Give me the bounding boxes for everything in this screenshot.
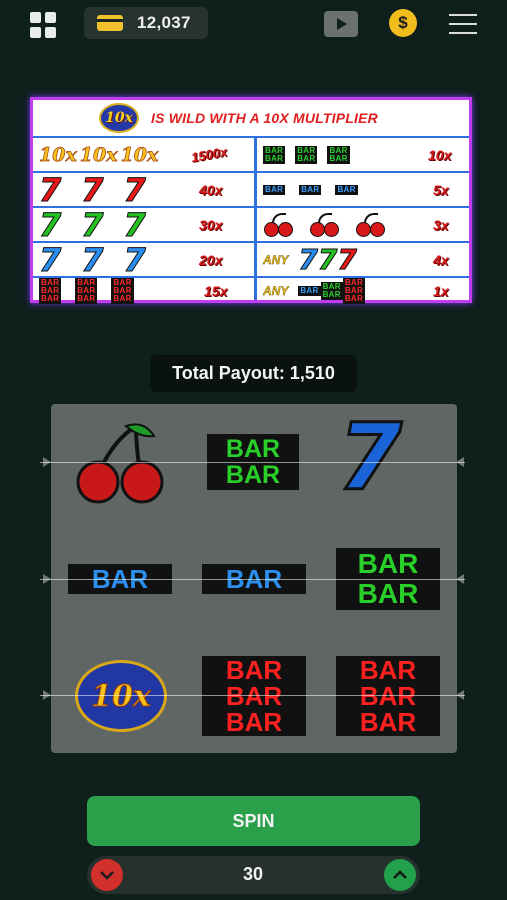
balance-display: 12,037 <box>84 7 208 39</box>
seven-green-symbol: 7 <box>317 242 338 276</box>
triple-bar-symbol: BAR BAR BAR <box>342 277 366 304</box>
total-payout-label: Total Payout: 1,510 <box>150 355 357 392</box>
bet-increase-button[interactable] <box>384 859 416 891</box>
seven-green-symbol: 7 <box>81 205 104 244</box>
payout-multiplier: 30x <box>199 217 223 233</box>
seven-red-symbol: 7 <box>81 170 104 209</box>
payline <box>40 462 465 463</box>
single-bar-symbol: BAR <box>263 184 286 195</box>
bet-decrease-button[interactable] <box>91 859 123 891</box>
payout-multiplier: 1500x <box>189 143 229 166</box>
cherry-icon <box>309 212 341 238</box>
tenx-symbol: 10x <box>79 143 118 166</box>
payout-multiplier: 20x <box>199 252 223 268</box>
payout-multiplier: 5x <box>433 182 449 198</box>
payline <box>40 695 465 696</box>
triple-bar-symbol: BAR BAR BAR <box>75 277 98 304</box>
paytable-row: 7 7 7 40x BAR BAR BAR 5x <box>33 173 469 208</box>
seven-blue-symbol: 7 <box>123 240 146 279</box>
hamburger-menu-icon <box>449 14 477 16</box>
seven-blue-symbol: 7 <box>336 404 403 511</box>
double-bar-symbol: BAR BAR <box>327 145 350 164</box>
payout-multiplier: 3x <box>433 217 449 233</box>
cherry-icon <box>263 212 295 238</box>
paytable-row: BAR BAR BAR BAR BAR BAR BAR BAR BAR 15x ANY BA… <box>33 277 469 304</box>
payline <box>40 579 465 580</box>
chevron-up-icon <box>393 870 407 879</box>
tenx-symbol: 10x <box>39 143 77 166</box>
grid-menu-icon <box>30 12 41 23</box>
chevron-down-icon <box>100 871 114 880</box>
seven-red-symbol: 7 <box>337 242 358 276</box>
cherry-icon <box>355 212 387 238</box>
seven-blue-symbol: 7 <box>298 242 319 276</box>
bet-value: 30 <box>242 864 264 884</box>
triple-bar-symbol: BAR BAR BAR <box>336 656 440 736</box>
triple-bar-symbol: BAR BAR BAR <box>111 277 134 304</box>
tenx-wild-symbol: 10x <box>75 660 167 732</box>
dollar-coin-icon: $ <box>398 13 408 32</box>
seven-green-symbol: 7 <box>38 205 62 244</box>
seven-red-symbol: 7 <box>123 170 146 209</box>
double-bar-symbol: BAR BAR <box>320 281 343 300</box>
payout-multiplier: 4x <box>433 252 449 268</box>
triple-bar-symbol: BAR BAR BAR <box>202 656 306 736</box>
paytable-row: 7 7 7 20x ANY 7 7 7 4x <box>33 243 469 278</box>
paytable-row: 7 7 7 30x 3x <box>33 208 469 243</box>
grid-menu-button[interactable] <box>30 12 56 38</box>
single-bar-symbol: BAR <box>335 184 358 195</box>
paytable-header: 10x IS WILD WITH A 10X MULTIPLIER <box>33 100 469 138</box>
wild-badge: 10x <box>99 103 139 133</box>
video-button[interactable] <box>324 11 358 37</box>
any-label: ANY <box>263 252 289 267</box>
dollar-coin-button[interactable]: $ <box>389 9 417 37</box>
seven-green-symbol: 7 <box>123 205 146 244</box>
hamburger-menu-button[interactable] <box>449 14 477 34</box>
payout-multiplier: 10x <box>428 147 452 163</box>
paytable-row: 10x 10x 10x 1500x BAR BAR BAR BAR BAR BAR 1… <box>33 138 469 173</box>
tenx-symbol: 10x <box>120 143 159 166</box>
spin-button[interactable]: SPIN <box>87 796 420 846</box>
single-bar-symbol: BAR <box>299 184 322 195</box>
seven-blue-symbol: 7 <box>81 240 104 279</box>
double-bar-symbol: BAR BAR <box>263 145 286 164</box>
payout-multiplier: 15x <box>204 283 228 299</box>
single-bar-symbol: BAR <box>298 285 321 296</box>
paytable: 10x IS WILD WITH A 10X MULTIPLIER 10x 10… <box>30 97 472 304</box>
triple-bar-symbol: BAR BAR BAR <box>39 277 62 304</box>
seven-blue-symbol: 7 <box>38 240 62 279</box>
card-icon <box>97 15 123 31</box>
payout-multiplier: 1x <box>433 283 449 299</box>
balance-amount: 12,037 <box>137 13 191 32</box>
wild-description: IS WILD WITH A 10X MULTIPLIER <box>151 110 378 126</box>
payout-multiplier: 40x <box>199 182 223 198</box>
any-label: ANY <box>263 283 289 298</box>
seven-red-symbol: 7 <box>38 170 62 209</box>
double-bar-symbol: BAR BAR <box>295 145 318 164</box>
